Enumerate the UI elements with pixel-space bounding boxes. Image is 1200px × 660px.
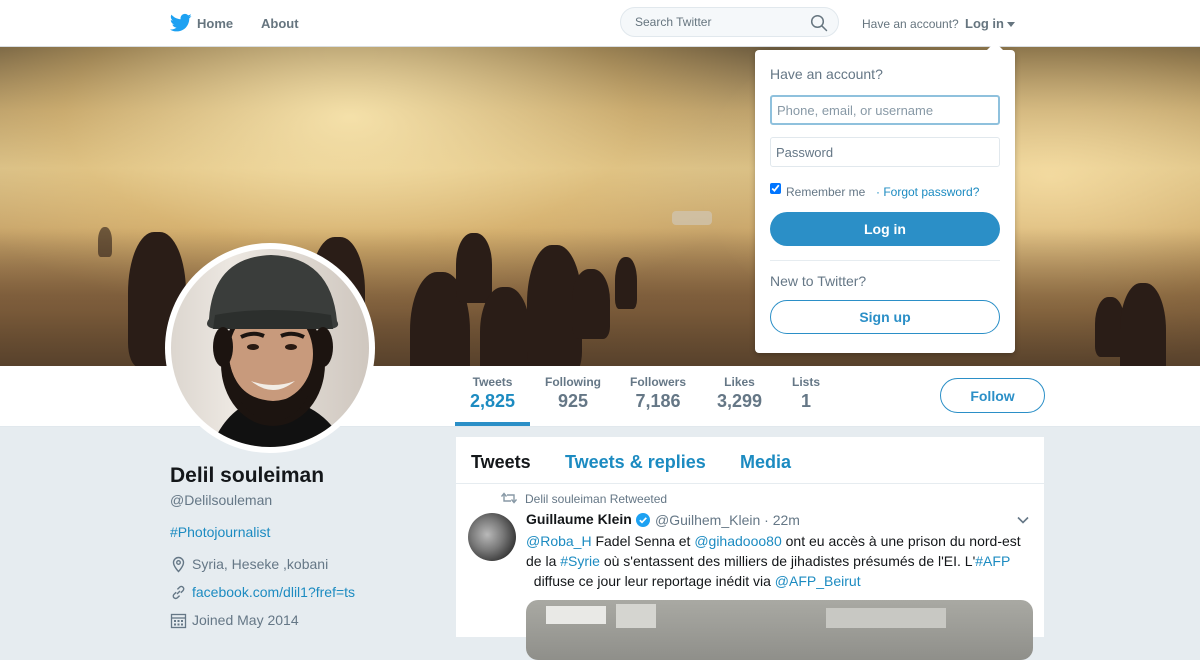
timeline-tabs: Tweets Tweets & replies Media	[456, 437, 1044, 484]
tweet-author-name[interactable]: Guillaume Klein	[526, 511, 632, 527]
tweet-text-segment: où s'entassent des milliers de jihadiste…	[599, 553, 976, 569]
stat-likes[interactable]: Likes 3,299	[717, 375, 762, 412]
password-field[interactable]	[770, 137, 1000, 167]
stat-label: Followers	[630, 375, 687, 389]
joined-text: Joined May 2014	[192, 612, 299, 628]
hashtag-link[interactable]: #Syrie	[560, 553, 600, 569]
signup-button[interactable]: Sign up	[770, 300, 1000, 334]
stat-value: 2,825	[470, 391, 516, 411]
tweet-author-handle-time[interactable]: @Guilhem_Klein · 22m	[655, 512, 800, 528]
nav-about-link[interactable]: About	[261, 16, 299, 31]
retweet-icon	[501, 492, 517, 504]
login-dropdown-toggle[interactable]: Log in	[965, 16, 1015, 31]
mention-link[interactable]: @Roba_H	[526, 533, 592, 549]
stat-label: Following	[545, 375, 601, 389]
calendar-icon	[170, 613, 187, 629]
stat-value: 1	[801, 391, 812, 411]
login-dropdown: Have an account? Remember me · Forgot pa…	[755, 42, 1015, 353]
stat-tweets[interactable]: Tweets 2,825	[470, 375, 515, 412]
hashtag-link[interactable]: #AFP	[975, 553, 1010, 569]
tweet-text: @Roba_H Fadel Senna et @gihadooo80 ont e…	[526, 531, 1036, 591]
profile-name[interactable]: Delil souleiman	[170, 464, 324, 488]
active-tab-underline	[455, 422, 530, 426]
remember-me-label[interactable]: Remember me	[786, 185, 865, 199]
forgot-password-link[interactable]: · Forgot password?	[876, 185, 979, 199]
tweet-text-segment: Fadel Senna et	[591, 533, 695, 549]
login-toggle-label: Log in	[965, 16, 1004, 31]
location-text: Syria, Heseke ,kobani	[192, 556, 329, 572]
stat-value: 3,299	[717, 391, 763, 411]
tab-tweets[interactable]: Tweets	[471, 452, 531, 473]
stat-lists[interactable]: Lists 1	[792, 375, 820, 412]
stat-value: 925	[557, 391, 589, 411]
login-button[interactable]: Log in	[770, 212, 1000, 246]
mention-link[interactable]: @AFP_Beirut	[775, 573, 861, 589]
tab-tweets-replies[interactable]: Tweets & replies	[565, 452, 706, 473]
profile-avatar[interactable]	[165, 243, 375, 453]
search-icon[interactable]	[810, 14, 828, 32]
link-icon	[172, 585, 185, 600]
nav-home-link[interactable]: Home	[197, 16, 233, 31]
avatar-photo	[207, 255, 346, 447]
twitter-bird-icon[interactable]	[170, 13, 192, 33]
stat-following[interactable]: Following 925	[545, 375, 601, 412]
stat-label: Likes	[724, 375, 755, 389]
tab-media[interactable]: Media	[740, 452, 791, 473]
divider	[770, 260, 1000, 261]
dropdown-title: Have an account?	[770, 66, 883, 82]
timeline: Tweets Tweets & replies Media Delil soul…	[456, 437, 1044, 660]
search-input[interactable]	[633, 14, 807, 30]
retweet-context[interactable]: Delil souleiman Retweeted	[525, 492, 667, 506]
have-account-text: Have an account?	[862, 17, 959, 31]
remember-me-checkbox[interactable]	[770, 183, 781, 194]
website-link[interactable]: facebook.com/dlil1?fref=ts	[192, 584, 355, 600]
location-pin-icon	[172, 556, 185, 573]
username-field[interactable]	[770, 95, 1000, 125]
stat-value: 7,186	[635, 391, 681, 411]
stat-label: Lists	[792, 375, 821, 389]
chevron-down-icon[interactable]	[1017, 516, 1029, 524]
verified-badge-icon	[636, 513, 650, 527]
mention-link[interactable]: @gihadooo80	[694, 533, 781, 549]
new-to-twitter-text: New to Twitter?	[770, 273, 867, 289]
stat-followers[interactable]: Followers 7,186	[630, 375, 686, 412]
tweet-media-image[interactable]	[526, 600, 1033, 660]
top-navigation-bar: Home About Have an account? Log in	[0, 0, 1200, 47]
tweet-text-segment: diffuse ce jour leur reportage inédit vi…	[526, 573, 775, 589]
caret-down-icon	[1007, 22, 1015, 28]
stat-label: Tweets	[472, 375, 513, 389]
profile-bio-hashtag[interactable]: #Photojournalist	[170, 524, 270, 540]
profile-handle[interactable]: @Delilsouleman	[170, 492, 272, 508]
tweet-author-avatar[interactable]	[468, 513, 516, 561]
follow-button[interactable]: Follow	[940, 378, 1045, 413]
search-box[interactable]	[620, 7, 839, 37]
